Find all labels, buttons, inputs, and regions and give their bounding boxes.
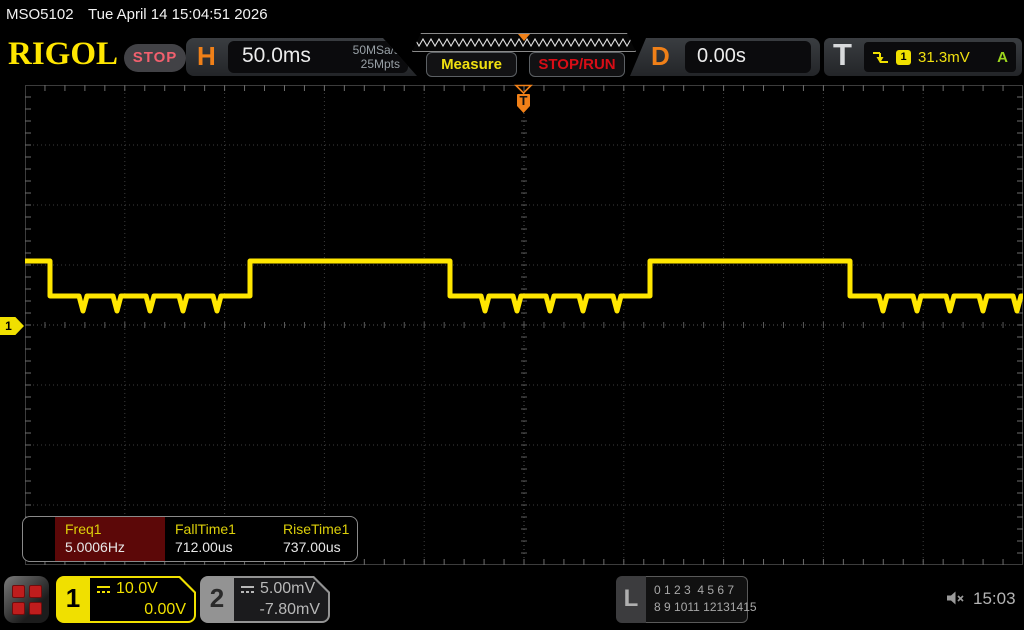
- logic-row1: 0 1 2 3 4 5 6 7: [654, 582, 747, 599]
- measurement-freq1[interactable]: Freq1 5.0006Hz: [55, 517, 165, 561]
- model-name: MSO5102: [6, 6, 74, 23]
- measurement-value: 737.00us: [283, 539, 357, 555]
- channel2-offset: -7.80mV: [260, 601, 320, 619]
- horizontal-settings-panel[interactable]: H 50.0ms 50MSa/s 25Mpts: [186, 38, 417, 76]
- channel1-status-block[interactable]: 1 10.0V 0.00V: [56, 576, 196, 623]
- measurement-value: 712.00us: [175, 539, 273, 555]
- horizontal-label: H: [197, 41, 216, 72]
- speaker-muted-icon[interactable]: [946, 590, 966, 606]
- measurement-falltime1[interactable]: FallTime1 712.00us: [165, 517, 273, 561]
- trigger-position-marker[interactable]: T: [509, 84, 538, 116]
- delay-settings-panel[interactable]: D 0.00s: [630, 38, 820, 76]
- delay-label: D: [651, 41, 670, 72]
- dc-coupling-icon: [96, 584, 111, 595]
- channel2-number-tab[interactable]: 2: [200, 576, 234, 623]
- channel2-status-block[interactable]: 2 5.00mV -7.80mV: [200, 576, 330, 623]
- timebase-value: 50.0ms: [242, 44, 311, 68]
- trigger-label: T: [833, 37, 852, 73]
- channel1-offset: 0.00V: [144, 601, 186, 619]
- overview-trigger-position-icon[interactable]: [518, 34, 530, 41]
- trigger-field[interactable]: 1 31.3mV A: [864, 42, 1016, 72]
- delay-field[interactable]: 0.00s: [685, 41, 811, 73]
- channel2-scale: 5.00mV: [260, 580, 315, 598]
- stop-run-button[interactable]: STOP/RUN: [529, 52, 625, 77]
- measurement-results-panel[interactable]: Freq1 5.0006Hz FallTime1 712.00us RiseTi…: [22, 516, 358, 562]
- clock: 15:03: [973, 589, 1016, 609]
- trigger-marker-letter: T: [520, 93, 528, 108]
- measurement-risetime1[interactable]: RiseTime1 737.00us: [273, 517, 357, 561]
- system-datetime: Tue April 14 15:04:51 2026: [88, 6, 268, 23]
- trigger-source-badge: 1: [896, 50, 911, 65]
- falling-edge-trigger-icon: [872, 50, 889, 65]
- delay-value: 0.00s: [697, 45, 746, 68]
- oscilloscope-screen: MSO5102 Tue April 14 15:04:51 2026 RIGOL…: [0, 0, 1024, 630]
- measurement-value: 5.0006Hz: [65, 539, 165, 555]
- graticule-waveform-area: [25, 85, 1023, 565]
- menu-grid-icon: [12, 585, 42, 615]
- rigol-logo: RIGOL: [8, 36, 118, 73]
- trigger-mode-auto: A: [997, 49, 1008, 66]
- memory-depth: 25Mpts: [353, 57, 400, 71]
- channel1-number-tab[interactable]: 1: [56, 576, 90, 623]
- trigger-settings-panel[interactable]: T 1 31.3mV A: [824, 38, 1022, 76]
- logic-row2: 8 9 1011 12131415: [654, 599, 747, 616]
- sample-rate: 50MSa/s: [353, 43, 400, 57]
- logic-label: L: [616, 576, 646, 623]
- quick-menu-button[interactable]: [4, 576, 49, 623]
- channel1-scale: 10.0V: [116, 580, 158, 598]
- measurement-name: Freq1: [65, 521, 165, 537]
- channel1-level-marker[interactable]: 1: [0, 317, 24, 335]
- top-info-bar: MSO5102 Tue April 14 15:04:51 2026: [0, 0, 1024, 30]
- measure-button[interactable]: Measure: [426, 52, 517, 77]
- logic-channels-block[interactable]: L 0 1 2 3 4 5 6 7 8 9 1011 12131415: [616, 576, 748, 623]
- trigger-level-value: 31.3mV: [918, 49, 970, 66]
- channel2-values: 5.00mV -7.80mV: [234, 578, 328, 621]
- channel1-values: 10.0V 0.00V: [90, 578, 194, 621]
- acquisition-status-badge: STOP: [124, 44, 186, 72]
- measurement-name: FallTime1: [175, 521, 273, 537]
- logic-channel-list: 0 1 2 3 4 5 6 7 8 9 1011 12131415: [646, 576, 748, 623]
- timebase-field[interactable]: 50.0ms 50MSa/s 25Mpts: [228, 41, 408, 73]
- dc-coupling-icon: [240, 584, 255, 595]
- measurement-name: RiseTime1: [283, 521, 357, 537]
- sample-rate-readout: 50MSa/s 25Mpts: [353, 43, 400, 71]
